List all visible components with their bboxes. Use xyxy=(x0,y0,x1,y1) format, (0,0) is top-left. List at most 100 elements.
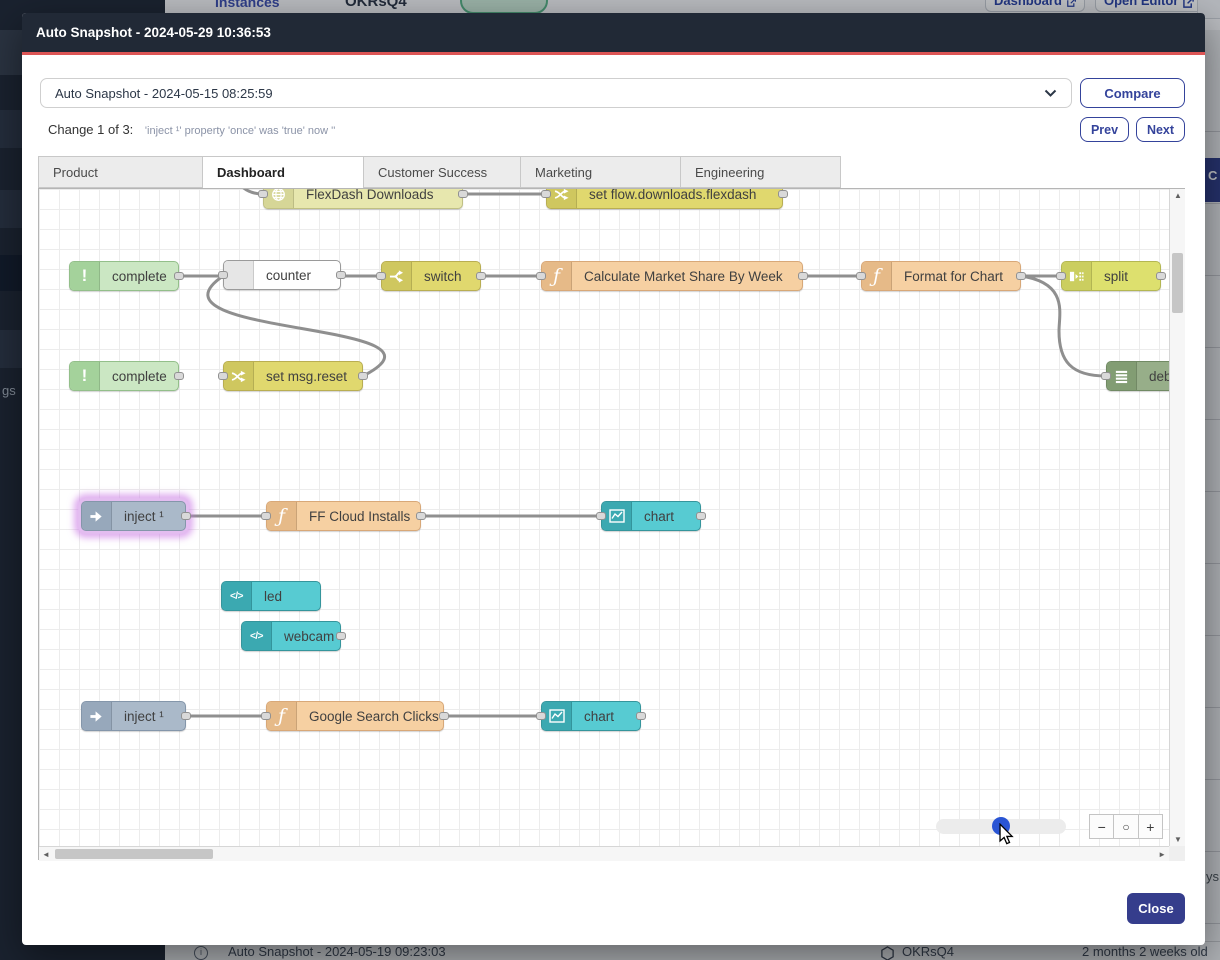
node-label: chart xyxy=(572,709,624,724)
tab-dashboard[interactable]: Dashboard xyxy=(203,156,364,189)
flow-node-led[interactable]: </>led xyxy=(221,581,321,611)
flow-node-ff-cloud-installs[interactable]: ƒFF Cloud Installs xyxy=(266,501,421,531)
node-label: split xyxy=(1092,269,1138,284)
flow-node-flexdash-downloads[interactable]: FlexDash Downloads xyxy=(263,189,463,209)
node-label: complete xyxy=(100,269,177,284)
flow-canvas: − ○ + FlexDash Downloads set flow.downloa… xyxy=(38,188,1185,860)
zoom-out-button[interactable]: − xyxy=(1090,815,1113,838)
flow-node-inject-1[interactable]: inject ¹ xyxy=(81,501,186,531)
scrollbar-corner xyxy=(1169,846,1185,861)
close-button[interactable]: Close xyxy=(1127,893,1185,924)
flow-node-set-flow-downloads-flexdash[interactable]: set flow.downloads.flexdash xyxy=(546,189,783,209)
horizontal-scrollbar-thumb[interactable] xyxy=(55,849,213,859)
scroll-up-arrow[interactable]: ▲ xyxy=(1174,191,1182,200)
exclamation-icon: ! xyxy=(70,262,100,290)
modal-header: Auto Snapshot - 2024-05-29 10:36:53 xyxy=(22,13,1205,55)
code-icon: </> xyxy=(222,582,252,610)
flow-node-format-for-chart[interactable]: ƒFormat for Chart xyxy=(861,261,1021,291)
scroll-down-arrow[interactable]: ▼ xyxy=(1174,835,1182,844)
node-input-port[interactable] xyxy=(218,271,228,279)
node-output-port[interactable] xyxy=(174,372,184,380)
node-output-port[interactable] xyxy=(181,512,191,520)
flow-node-complete-1[interactable]: !complete xyxy=(69,261,179,291)
flow-node-webcam[interactable]: </>webcam xyxy=(241,621,341,651)
chart-icon xyxy=(542,702,572,730)
node-input-port[interactable] xyxy=(1101,372,1111,380)
next-button[interactable]: Next xyxy=(1136,117,1185,142)
flow-node-calculate-market-share-by-week[interactable]: ƒCalculate Market Share By Week xyxy=(541,261,803,291)
vertical-scrollbar-thumb[interactable] xyxy=(1172,253,1183,313)
node-output-port[interactable] xyxy=(476,272,486,280)
flow-node-counter[interactable]: counter xyxy=(223,260,341,290)
node-input-port[interactable] xyxy=(261,712,271,720)
node-label: chart xyxy=(632,509,684,524)
chart-icon xyxy=(602,502,632,530)
flow-canvas-grid[interactable]: − ○ + FlexDash Downloads set flow.downloa… xyxy=(39,189,1169,846)
snapshot-select-value: Auto Snapshot - 2024-05-15 08:25:59 xyxy=(55,86,1044,101)
node-output-port[interactable] xyxy=(1156,272,1166,280)
flow-node-google-search-clicks[interactable]: ƒGoogle Search Clicks xyxy=(266,701,444,731)
function-icon: ƒ xyxy=(862,262,892,290)
node-input-port[interactable] xyxy=(856,272,866,280)
scroll-left-arrow[interactable]: ◄ xyxy=(42,850,50,859)
tab-customer-success[interactable]: Customer Success xyxy=(364,156,521,188)
split-icon xyxy=(1062,262,1092,290)
tab-marketing[interactable]: Marketing xyxy=(521,156,681,188)
node-input-port[interactable] xyxy=(536,272,546,280)
code-icon: </> xyxy=(242,622,272,650)
node-label: FF Cloud Installs xyxy=(297,509,420,524)
flow-node-set-msg-reset[interactable]: set msg.reset xyxy=(223,361,363,391)
node-label: complete xyxy=(100,369,177,384)
prev-button[interactable]: Prev xyxy=(1080,117,1129,142)
flow-node-debug[interactable]: debug xyxy=(1106,361,1169,391)
flow-node-inject-2[interactable]: inject ¹ xyxy=(81,701,186,731)
snapshot-select[interactable]: Auto Snapshot - 2024-05-15 08:25:59 xyxy=(40,78,1072,108)
node-label: counter xyxy=(254,268,321,283)
node-output-port[interactable] xyxy=(358,372,368,380)
node-input-port[interactable] xyxy=(536,712,546,720)
node-output-port[interactable] xyxy=(1016,272,1026,280)
scroll-right-arrow[interactable]: ► xyxy=(1158,850,1166,859)
zoom-in-button[interactable]: + xyxy=(1138,815,1162,838)
tab-engineering[interactable]: Engineering xyxy=(681,156,841,188)
function-icon: ƒ xyxy=(267,502,297,530)
node-label: webcam xyxy=(272,629,344,644)
compare-button[interactable]: Compare xyxy=(1080,78,1185,108)
flow-node-complete-2[interactable]: !complete xyxy=(69,361,179,391)
node-output-port[interactable] xyxy=(416,512,426,520)
node-label: inject ¹ xyxy=(112,709,174,724)
node-output-port[interactable] xyxy=(778,190,788,198)
page: gs Instances OKRsQ4 Dashboard Open Edito… xyxy=(0,0,1220,960)
node-output-port[interactable] xyxy=(458,190,468,198)
horizontal-scrollbar[interactable]: ◄ ► xyxy=(39,846,1169,861)
node-label: FlexDash Downloads xyxy=(294,189,444,202)
vertical-scrollbar[interactable]: ▲ ▼ xyxy=(1169,189,1185,846)
tab-product[interactable]: Product xyxy=(38,156,203,188)
switch-icon xyxy=(382,262,412,290)
mouse-cursor xyxy=(997,823,1017,845)
node-output-port[interactable] xyxy=(336,271,346,279)
node-output-port[interactable] xyxy=(336,632,346,640)
snapshot-compare-modal: Auto Snapshot - 2024-05-29 10:36:53 Auto… xyxy=(22,13,1205,945)
node-input-port[interactable] xyxy=(218,372,228,380)
node-input-port[interactable] xyxy=(1056,272,1066,280)
flow-tabs: Product Dashboard Customer Success Marke… xyxy=(38,156,841,189)
flow-node-switch[interactable]: switch xyxy=(381,261,481,291)
flow-node-chart-2[interactable]: chart xyxy=(541,701,641,731)
node-input-port[interactable] xyxy=(541,190,551,198)
none-icon xyxy=(224,261,254,289)
node-output-port[interactable] xyxy=(174,272,184,280)
node-input-port[interactable] xyxy=(596,512,606,520)
node-input-port[interactable] xyxy=(261,512,271,520)
flow-node-split[interactable]: split xyxy=(1061,261,1161,291)
node-output-port[interactable] xyxy=(181,712,191,720)
node-input-port[interactable] xyxy=(258,190,268,198)
node-output-port[interactable] xyxy=(696,512,706,520)
node-output-port[interactable] xyxy=(636,712,646,720)
flow-node-chart-1[interactable]: chart xyxy=(601,501,701,531)
node-label: debug xyxy=(1137,369,1169,384)
node-output-port[interactable] xyxy=(439,712,449,720)
zoom-reset-button[interactable]: ○ xyxy=(1113,815,1137,838)
node-input-port[interactable] xyxy=(376,272,386,280)
node-output-port[interactable] xyxy=(798,272,808,280)
